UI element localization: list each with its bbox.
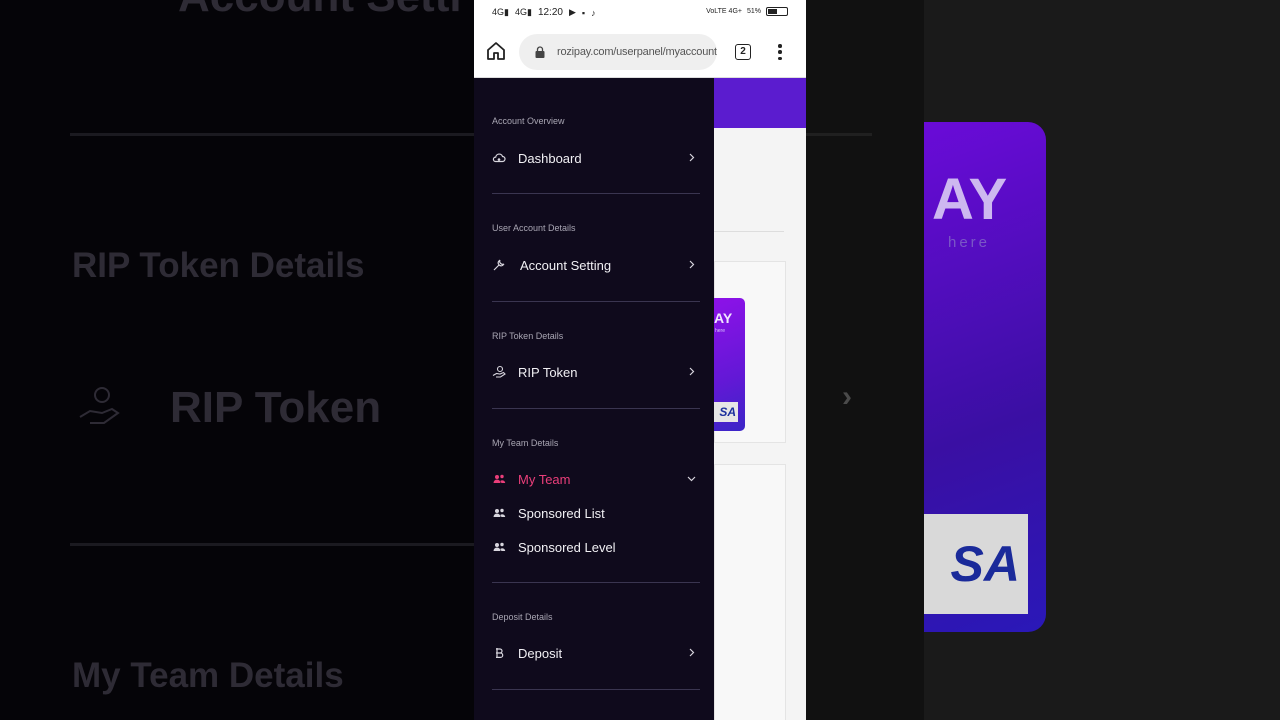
baht-icon	[496, 648, 504, 658]
chevron-right-icon	[689, 260, 695, 269]
bg-my-team-details-text: My Team Details	[72, 656, 344, 695]
visa-logo: SA	[714, 402, 738, 422]
cloud-icon	[492, 153, 506, 163]
sidebar-item-label: My Team	[518, 471, 571, 487]
section-divider	[492, 408, 700, 409]
sidebar-item-label: RIP Token	[518, 364, 578, 380]
screen: Account Setti RIP Token Details RIP Toke…	[0, 0, 1280, 720]
chevron-right-icon	[689, 367, 695, 376]
background-left: Account Setti RIP Token Details RIP Toke…	[0, 0, 474, 720]
content-panel	[714, 464, 786, 720]
users-icon	[493, 474, 506, 483]
bg-divider	[70, 543, 474, 546]
home-icon[interactable]	[486, 41, 506, 61]
sidebar-item-label: Sponsored Level	[518, 539, 616, 555]
section-title-deposit: Deposit Details	[492, 612, 553, 622]
address-bar[interactable]: rozipay.com/userpanel/myaccount.ph	[519, 34, 717, 70]
section-divider	[492, 301, 700, 302]
bg-rip-token-text: RIP Token	[170, 383, 382, 432]
tab-switcher-button[interactable]: 2	[735, 44, 751, 60]
bg-divider	[806, 133, 872, 136]
lock-icon	[535, 46, 545, 58]
clock: 12:20	[537, 7, 563, 18]
signal-1-icon: 4G▮	[492, 7, 509, 17]
sidebar-item-label: Dashboard	[518, 150, 582, 166]
sidebar-item-rip-token[interactable]: RIP Token	[492, 358, 700, 386]
section-divider	[492, 689, 700, 690]
section-title-account-overview: Account Overview	[492, 116, 565, 126]
phone-screen: 4G▮ 4G▮ 12:20 ▶ ▪ ♪ VoLTE 4G+ 51% rozipa…	[474, 0, 806, 720]
bg-visa-logo: SA	[924, 514, 1028, 614]
video-icon: ▶	[568, 7, 576, 17]
sidebar-item-dashboard[interactable]: Dashboard	[492, 144, 700, 172]
bg-chevron-right-icon: ›	[842, 380, 852, 413]
status-bar: 4G▮ 4G▮ 12:20 ▶ ▪ ♪ VoLTE 4G+ 51%	[474, 0, 806, 26]
sidebar-item-label: Account Setting	[520, 257, 612, 273]
network-label: VoLTE 4G+	[706, 8, 742, 15]
hand-money-icon	[492, 365, 506, 378]
sidebar-item-deposit[interactable]: Deposit	[492, 639, 700, 667]
section-title-my-team: My Team Details	[492, 438, 559, 448]
card-brand: AY	[714, 310, 733, 326]
bg-card-brand: AY	[932, 167, 1008, 232]
sidebar-item-label: Sponsored List	[518, 505, 605, 521]
bg-account-setting-text: Account Setti	[178, 0, 462, 22]
notification-icon: ▪	[581, 7, 586, 18]
bell-icon: ♪	[591, 7, 596, 18]
bg-hand-money-icon	[78, 385, 122, 429]
section-divider	[492, 193, 700, 194]
background-right: › AY here SA	[806, 0, 1280, 720]
users-icon	[493, 508, 506, 517]
wrench-icon	[493, 259, 505, 271]
section-title-user-account: User Account Details	[492, 223, 576, 233]
payment-card: AY here SA	[714, 298, 745, 431]
bg-divider	[70, 133, 474, 136]
section-divider	[492, 582, 700, 583]
bg-rip-token-details-text: RIP Token Details	[72, 246, 365, 285]
chevron-right-icon	[689, 648, 695, 657]
page-divider	[714, 231, 784, 232]
battery-percent: 51%	[746, 8, 761, 15]
more-menu-icon[interactable]	[776, 44, 784, 60]
sidebar-item-account-setting[interactable]: Account Setting	[492, 251, 700, 279]
sidebar-item-sponsored-list[interactable]: Sponsored List	[492, 499, 700, 527]
users-icon	[493, 542, 506, 551]
bg-card-tagline: here	[948, 234, 991, 251]
sidebar-drawer: Account Overview Dashboard User Account …	[474, 78, 714, 720]
signal-2-icon: 4G▮	[514, 7, 532, 17]
sidebar-item-label: Deposit	[518, 645, 563, 661]
sidebar-item-my-team[interactable]: My Team	[492, 465, 700, 493]
chevron-down-icon	[687, 476, 696, 482]
battery-icon	[766, 7, 788, 16]
card-tagline: here	[715, 328, 726, 334]
chevron-right-icon	[689, 153, 695, 162]
sidebar-item-sponsored-level[interactable]: Sponsored Level	[492, 533, 700, 561]
bg-page-panel	[806, 0, 924, 720]
section-title-rip-token: RIP Token Details	[492, 331, 564, 341]
url-text: rozipay.com/userpanel/myaccount.ph	[557, 46, 717, 58]
browser-toolbar: rozipay.com/userpanel/myaccount.ph 2	[474, 26, 806, 78]
